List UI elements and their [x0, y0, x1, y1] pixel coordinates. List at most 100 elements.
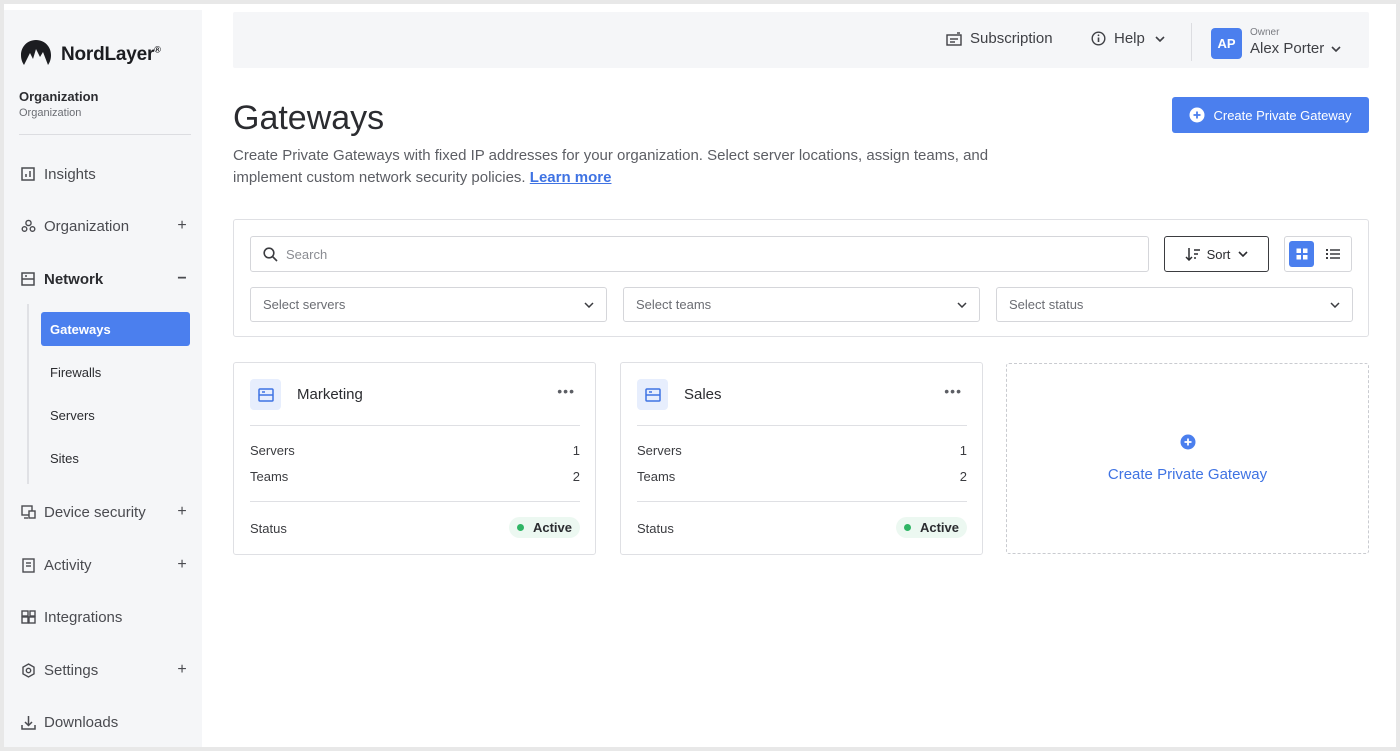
card-divider — [250, 425, 580, 426]
chevron-down-icon — [1330, 301, 1340, 308]
sidebar-item-network[interactable]: Network − — [19, 267, 189, 291]
teams-count: 2 — [572, 469, 580, 484]
subnav-line — [27, 304, 29, 484]
sidebar-subitem-sites[interactable]: Sites — [41, 441, 190, 475]
servers-count: 1 — [959, 443, 967, 458]
grid-view-button[interactable] — [1289, 241, 1314, 267]
status-badge: Active — [895, 517, 967, 538]
user-name: Alex Porter — [1250, 40, 1325, 57]
info-icon — [1091, 31, 1106, 46]
gateway-card-marketing[interactable]: Marketing ••• Servers 1 Teams 2 Status A… — [233, 362, 596, 555]
avatar[interactable]: AP — [1211, 28, 1242, 59]
subscription-link[interactable]: Subscription — [946, 30, 1053, 47]
sidebar-subitem-servers[interactable]: Servers — [41, 398, 190, 432]
sidebar-item-downloads[interactable]: Downloads — [19, 710, 189, 734]
gateway-server-icon — [250, 379, 281, 410]
servers-row: Servers 1 — [637, 443, 967, 458]
create-private-gateway-button[interactable]: Create Private Gateway — [1172, 97, 1369, 133]
servers-select[interactable]: Select servers — [250, 287, 607, 322]
sidebar-item-organization[interactable]: Organization + — [19, 214, 189, 238]
organization-title: Organization — [19, 89, 99, 104]
more-options-icon[interactable]: ••• — [944, 383, 962, 399]
sidebar-divider — [19, 134, 191, 135]
header-separator — [1191, 23, 1192, 61]
app-window: NordLayer® Organization Organization Ins… — [4, 4, 1396, 747]
card-divider — [637, 501, 967, 502]
create-card-label: Create Private Gateway — [1107, 466, 1268, 483]
document-icon — [19, 556, 37, 574]
sidebar-item-label: Downloads — [44, 713, 119, 731]
sidebar-item-label: Integrations — [44, 608, 123, 626]
top-bar: Subscription Help AP Owner Alex Porter — [233, 12, 1369, 68]
expand-icon[interactable]: + — [175, 503, 189, 521]
page-description: Create Private Gateways with fixed IP ad… — [233, 147, 989, 186]
status-row: Status Active — [250, 517, 580, 538]
chart-icon — [19, 165, 37, 183]
subscription-label: Subscription — [970, 30, 1053, 47]
learn-more-link[interactable]: Learn more — [530, 169, 612, 186]
gateway-name: Sales — [684, 386, 722, 403]
device-icon — [19, 503, 37, 521]
servers-count: 1 — [572, 443, 580, 458]
create-private-gateway-card[interactable]: Create Private Gateway — [1006, 363, 1369, 554]
chevron-down-icon — [1331, 45, 1341, 52]
plus-circle-icon — [1180, 434, 1196, 450]
expand-icon[interactable]: + — [175, 661, 189, 679]
organization-subtitle: Organization — [19, 107, 82, 119]
brand-logo[interactable]: NordLayer® — [19, 38, 161, 71]
list-icon — [1325, 248, 1340, 260]
filter-panel: Sort Select servers Selec — [233, 219, 1369, 337]
search-input[interactable] — [286, 246, 1086, 262]
sidebar-item-label: Activity — [44, 556, 92, 574]
user-role: Owner — [1250, 27, 1280, 38]
status-dot-icon — [903, 524, 911, 531]
status-select[interactable]: Select status — [996, 287, 1353, 322]
teams-row: Teams 2 — [637, 469, 967, 484]
user-menu[interactable]: Alex Porter — [1250, 40, 1341, 57]
search-field[interactable] — [250, 236, 1149, 272]
card-divider — [250, 501, 580, 502]
create-button-label: Create Private Gateway — [1213, 107, 1352, 123]
gateway-card-sales[interactable]: Sales ••• Servers 1 Teams 2 Status Activ… — [620, 362, 983, 555]
sidebar-item-integrations[interactable]: Integrations — [19, 605, 189, 629]
help-menu[interactable]: Help — [1091, 30, 1165, 47]
sidebar-item-settings[interactable]: Settings + — [19, 658, 189, 682]
teams-count: 2 — [959, 469, 967, 484]
sidebar-item-activity[interactable]: Activity + — [19, 553, 189, 577]
collapse-icon[interactable]: − — [175, 270, 189, 288]
page-title: Gateways — [233, 99, 385, 137]
teams-select-placeholder: Select teams — [636, 297, 712, 312]
brand-name: NordLayer® — [61, 43, 161, 65]
sort-button[interactable]: Sort — [1164, 236, 1269, 272]
sidebar-item-label: Network — [44, 270, 104, 288]
chevron-down-icon — [957, 301, 967, 308]
sidebar: NordLayer® Organization Organization Ins… — [4, 10, 202, 747]
sidebar-item-device-security[interactable]: Device security + — [19, 500, 189, 524]
expand-icon[interactable]: + — [175, 556, 189, 574]
plus-circle-icon — [1189, 107, 1205, 123]
sidebar-item-insights[interactable]: Insights — [19, 162, 189, 186]
download-icon — [19, 713, 37, 731]
nordlayer-logo-icon — [19, 38, 53, 71]
sidebar-item-label: Settings — [44, 661, 99, 679]
chevron-down-icon — [1238, 251, 1248, 257]
status-select-placeholder: Select status — [1009, 297, 1084, 312]
gear-icon — [19, 661, 37, 679]
sidebar-subitem-firewalls[interactable]: Firewalls — [41, 355, 190, 389]
sort-icon — [1185, 247, 1201, 261]
list-view-button[interactable] — [1320, 241, 1345, 267]
expand-icon[interactable]: + — [175, 217, 189, 235]
teams-select[interactable]: Select teams — [623, 287, 980, 322]
servers-row: Servers 1 — [250, 443, 580, 458]
help-label: Help — [1114, 30, 1145, 47]
chevron-down-icon — [584, 301, 594, 308]
users-icon — [19, 217, 37, 235]
gateway-server-icon — [637, 379, 668, 410]
more-options-icon[interactable]: ••• — [557, 383, 575, 399]
status-row: Status Active — [637, 517, 967, 538]
sidebar-subitem-gateways[interactable]: Gateways — [41, 312, 190, 346]
status-dot-icon — [516, 524, 524, 531]
teams-row: Teams 2 — [250, 469, 580, 484]
organization-switcher[interactable]: Organization Organization — [19, 89, 98, 119]
card-divider — [637, 425, 967, 426]
